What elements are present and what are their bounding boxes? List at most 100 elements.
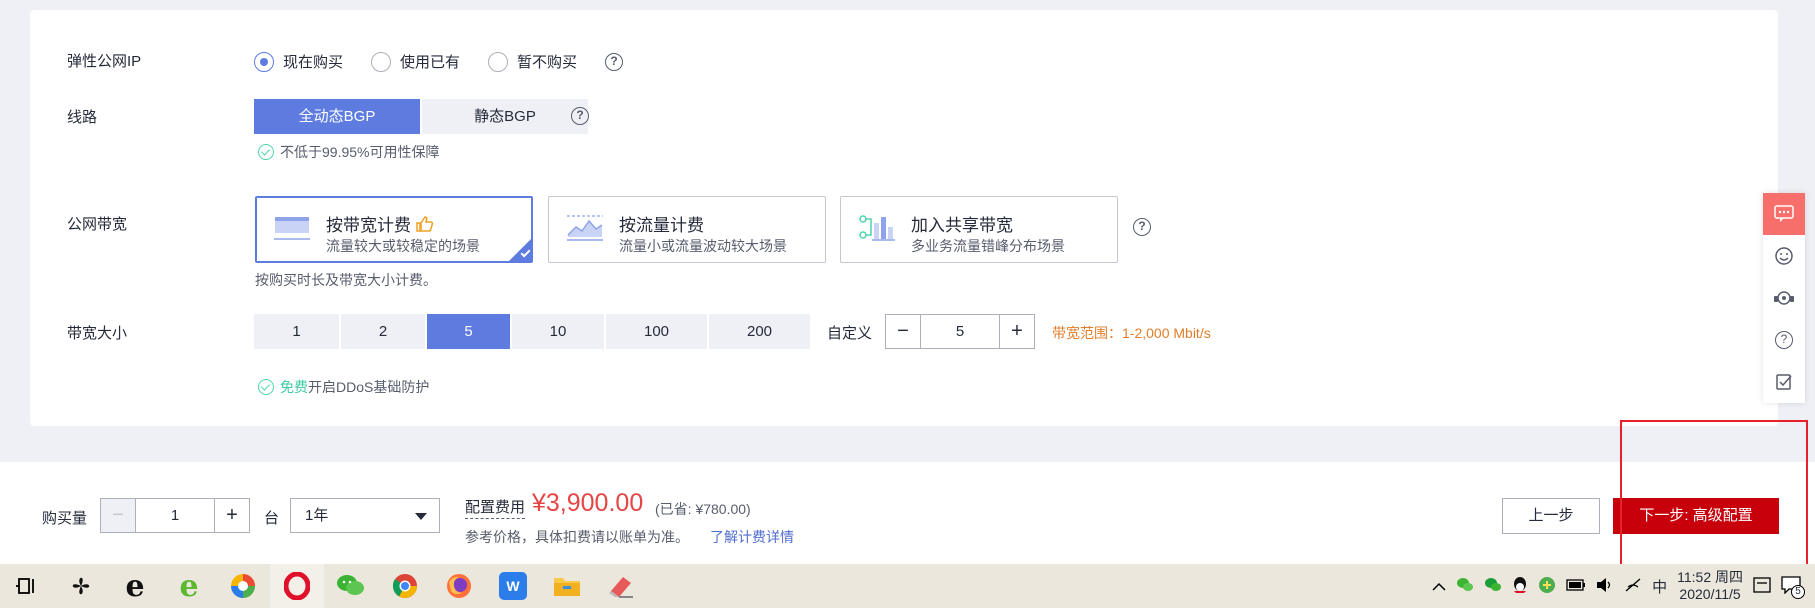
bandwidth-chart-icon [274,217,310,240]
check-circle-icon [258,144,274,160]
taskbar: e e W 中 11:52 周四 2020/11/5 5 [0,564,1815,608]
radio-dot [371,51,392,72]
order-footer: 购买量 − 1 + 台 1年 配置费用 ¥3,900.00 (已省: ¥780.… [0,462,1815,564]
decrement-button[interactable]: − [886,315,920,348]
traffic-chart-icon [567,215,603,241]
notification-count: 5 [1791,584,1805,599]
billing-card-title: 按流量计费 [619,216,704,235]
billing-card-title: 加入共享带宽 [911,216,1013,235]
ddos-note-text: 开启DDoS基础防护 [308,379,430,395]
radio-label: 暂不购买 [517,54,578,71]
edge-browser-icon[interactable]: e [162,564,216,608]
billing-note: 按购买时长及带宽大小计费。 [255,272,437,288]
billing-card-by-traffic[interactable]: 按流量计费 流量小或流量波动较大场景 [548,196,826,263]
bandwidth-size-label: 带宽大小 [67,325,128,342]
bandwidth-option-10[interactable]: 10 [512,314,604,349]
wechat-tray-icon[interactable] [1456,577,1474,596]
billing-help-icon[interactable]: ? [1133,218,1151,236]
input-language[interactable]: 中 [1652,576,1667,597]
eip-option-use-existing[interactable]: 使用已有 [371,51,460,72]
system-clock[interactable]: 11:52 周四 2020/11/5 [1677,569,1743,603]
billing-card-desc: 流量较大或较稳定的场景 [326,238,480,254]
help-icon[interactable]: ? [1763,319,1805,361]
thumbs-up-icon [415,216,433,232]
bandwidth-option-100[interactable]: 100 [606,314,707,349]
bandwidth-stepper: − 5 + [885,314,1035,349]
price: ¥3,900.00 [532,489,644,517]
wechat-icon[interactable] [324,564,378,608]
saved-amount: (已省: ¥780.00) [655,501,751,517]
bandwidth-option-2[interactable]: 2 [341,314,425,349]
line-help-icon[interactable]: ? [571,107,589,125]
duration-select[interactable]: 1年 [290,498,440,533]
custom-label: 自定义 [827,325,873,342]
headset-icon[interactable] [1763,277,1805,319]
opera-browser-icon[interactable] [270,564,324,608]
network-icon[interactable] [1624,577,1642,596]
sync-tray-icon[interactable] [1538,576,1556,597]
fee-label[interactable]: 配置费用 [465,498,526,519]
billing-card-by-bandwidth[interactable]: 按带宽计费 流量较大或较稳定的场景 [255,196,533,263]
billing-card-shared-bandwidth[interactable]: 加入共享带宽 多业务流量错峰分布场景 [840,196,1118,263]
eip-help-icon[interactable]: ? [605,52,624,71]
ie-browser-icon[interactable]: e [108,564,162,608]
eraser-app-icon[interactable] [594,564,648,608]
increment-button[interactable]: + [1000,315,1034,348]
next-step-button[interactable]: 下一步: 高级配置 [1613,498,1779,534]
notification-center-icon[interactable]: 5 [1781,575,1805,599]
battery-icon[interactable] [1566,578,1586,594]
volume-icon[interactable] [1596,577,1614,596]
radio-dot [488,51,509,72]
bandwidth-option-5[interactable]: 5 [427,314,510,349]
smile-icon[interactable] [1763,235,1805,277]
task-view-icon[interactable] [0,564,54,608]
show-desktop-icon[interactable] [1753,576,1771,596]
ddos-note: 免费 开启DDoS基础防护 [258,377,429,397]
price-note: 参考价格，具体扣费请以账单为准。 [465,529,689,545]
billing-card-desc: 多业务流量错峰分布场景 [911,238,1065,254]
eip-radio-group: 现在购买 使用已有 暂不购买 ? [254,51,624,72]
eip-label: 弹性公网IP [67,53,142,70]
prev-step-button[interactable]: 上一步 [1502,498,1600,534]
bandwidth-size-segmented: 1 2 5 10 100 200 [254,314,812,349]
quantity-value[interactable]: 1 [135,499,215,532]
radio-label: 现在购买 [283,54,344,71]
file-explorer-icon[interactable] [540,564,594,608]
shared-bandwidth-icon [859,215,895,241]
billing-card-title: 按带宽计费 [326,211,433,236]
chat-icon[interactable] [1763,193,1805,235]
line-option-static-bgp[interactable]: 静态BGP [422,99,588,134]
wps-office-icon[interactable]: W [486,564,540,608]
radio-label: 使用已有 [400,54,461,71]
eip-option-not-buy[interactable]: 暂不购买 [488,51,577,72]
qq-tray-icon[interactable] [1512,576,1528,597]
pinwheel-app-icon[interactable] [54,564,108,608]
bandwidth-option-1[interactable]: 1 [254,314,339,349]
line-note: 不低于99.95%可用性保障 [258,142,439,162]
config-card: 弹性公网IP 现在购买 使用已有 暂不购买 ? 线路 全动态BGP 静态BGP … [30,10,1778,426]
bandwidth-value[interactable]: 5 [920,315,1000,348]
feedback-icon[interactable] [1763,361,1805,403]
float-toolbar: ? [1763,193,1805,403]
quantity-decrement-button[interactable]: − [101,499,135,532]
quantity-increment-button[interactable]: + [215,499,249,532]
wechat-work-tray-icon[interactable] [1484,577,1502,596]
bandwidth-range-text: 带宽范围：1-2,000 Mbit/s [1052,325,1211,341]
system-tray: 中 11:52 周四 2020/11/5 5 [1432,564,1815,608]
clock-date: 2020/11/5 [1679,586,1741,602]
eip-option-buy-now[interactable]: 现在购买 [254,51,343,72]
line-note-text: 不低于99.95%可用性保障 [280,144,440,160]
billing-card-desc: 流量小或流量波动较大场景 [619,238,787,254]
billing-details-link[interactable]: 了解计费详情 [710,527,794,547]
clock-time: 11:52 周四 [1677,569,1743,585]
chrome-browser-icon[interactable] [378,564,432,608]
check-circle-icon [258,379,274,395]
line-option-dynamic-bgp[interactable]: 全动态BGP [254,99,420,134]
radio-dot [254,51,274,72]
firefox-browser-icon[interactable] [432,564,486,608]
chevron-up-icon[interactable] [1432,578,1446,595]
quantity-label: 购买量 [42,510,88,527]
bandwidth-option-200[interactable]: 200 [709,314,810,349]
color-app-icon[interactable] [216,564,270,608]
duration-value: 1年 [305,507,329,524]
